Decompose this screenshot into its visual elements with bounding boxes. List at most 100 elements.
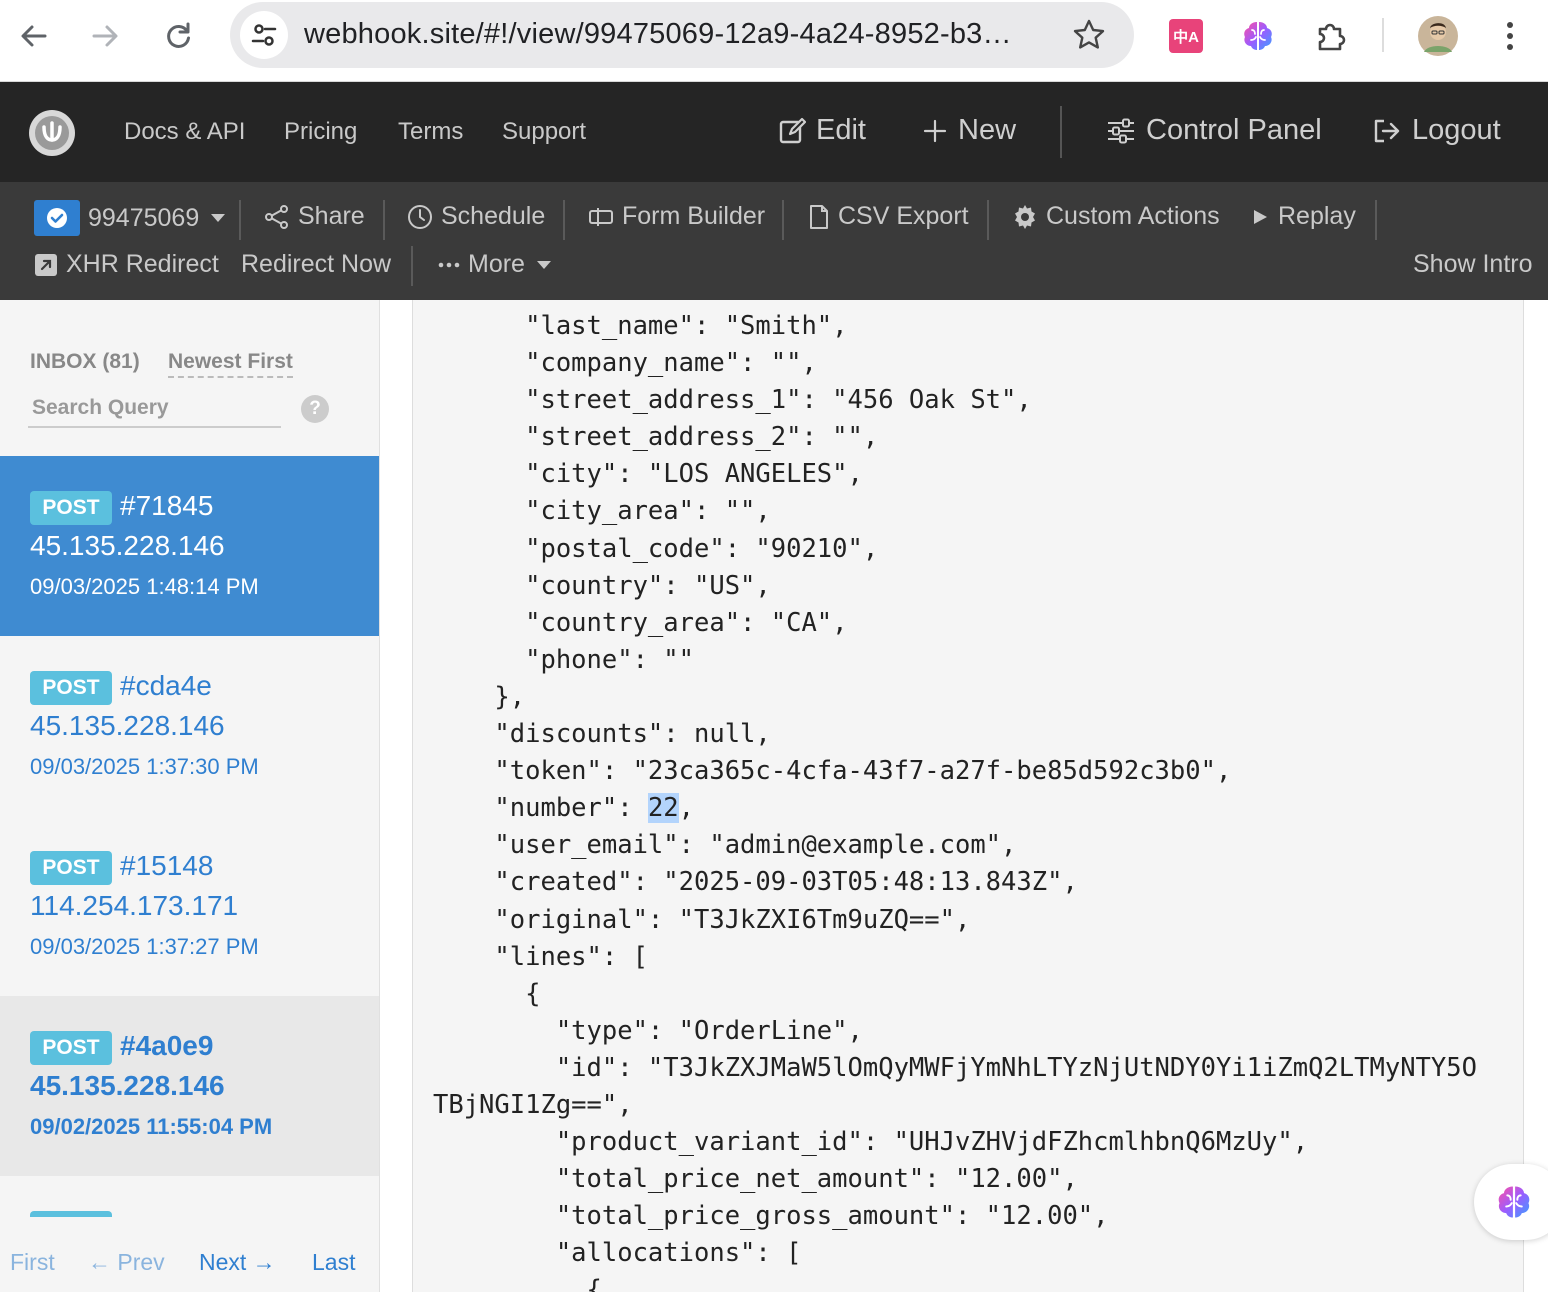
request-item[interactable]: POST #71845 45.135.228.146 09/03/2025 1:… [0,456,379,636]
request-id: #71845 [120,490,214,521]
reload-icon[interactable] [156,14,200,58]
forward-arrow-icon[interactable] [83,14,127,58]
nav-support[interactable]: Support [502,118,586,146]
request-id: #4a0e9 [120,1030,214,1061]
code-line: "phone": "" [433,644,694,675]
code-line: "country_area": "CA", [433,607,848,638]
request-date: 09/02/2025 11:55:04 PM [30,1114,273,1139]
puzzle-extensions-icon[interactable] [1309,14,1353,58]
back-arrow-icon[interactable] [12,14,56,58]
gear-icon [1015,204,1035,229]
pager-first[interactable]: First [10,1249,55,1276]
address-bar[interactable]: webhook.site/#!/view/99475069-12a9-4a24-… [230,2,1134,68]
custom-actions-button[interactable]: Custom Actions [1012,202,1220,231]
check-circle-icon [34,200,80,236]
star-icon[interactable] [1072,18,1106,57]
url-text[interactable]: webhook.site/#!/view/99475069-12a9-4a24-… [304,18,1064,51]
json-body-code[interactable]: "last_name": "Smith", "company_name": ""… [433,308,1477,1292]
share-label: Share [298,202,365,230]
nav-pricing[interactable]: Pricing [284,118,357,146]
request-sidebar: INBOX (81) Newest First ? POST #71845 45… [0,300,380,1292]
code-line: { [433,978,541,1009]
control-panel-button[interactable]: Control Panel [1106,114,1322,147]
replay-label: Replay [1278,202,1356,230]
replay-button[interactable]: Replay [1252,202,1356,231]
pager-prev[interactable]: ← Prev [88,1249,165,1276]
request-item[interactable]: POST #cda4e 45.135.228.146 09/03/2025 1:… [0,636,379,816]
code-line: "user_email": "admin@example.com", [433,830,1017,861]
xhr-redirect-button[interactable]: XHR Redirect [34,250,219,279]
method-badge: POST [30,851,112,885]
code-line: "last_name": "Smith", [433,311,848,341]
translate-extension-icon[interactable]: 中A [1164,14,1208,58]
logout-button[interactable]: Logout [1372,114,1501,147]
toolbar-divider [782,200,784,240]
webhook-logo[interactable] [29,110,75,156]
nav-docs-api[interactable]: Docs & API [124,118,245,146]
kebab-menu-icon[interactable] [1488,14,1532,58]
request-ip: 114.254.173.171 [30,890,239,921]
pager-last[interactable]: Last [312,1249,355,1276]
show-intro-link[interactable]: Show Intro [1413,250,1533,279]
pager-next[interactable]: Next → [199,1249,276,1276]
edit-icon [779,117,806,143]
form-builder-label: Form Builder [622,202,766,230]
toolbar-divider [987,200,989,240]
ellipsis-icon [438,262,460,267]
code-line: "discounts": null, [433,719,771,750]
toolbar-divider [239,200,241,240]
help-icon[interactable]: ? [301,395,329,423]
logout-label: Logout [1412,114,1501,146]
code-line: "total_price_gross_amount": "12.00", [433,1201,1109,1232]
file-icon [810,204,828,229]
more-dropdown[interactable]: More [438,250,551,279]
selected-text: 22 [647,793,679,824]
xhr-redirect-label: XHR Redirect [66,250,219,278]
brain-assistant-button[interactable] [1474,1164,1548,1240]
code-line: "street_address_2": "", [433,422,879,453]
redirect-now-button[interactable]: Redirect Now [241,250,391,279]
nav-terms[interactable]: Terms [398,118,463,146]
brain-extension-icon[interactable] [1236,14,1280,58]
plus-icon [923,119,947,142]
nav-divider [1060,106,1062,158]
request-body: "last_name": "Smith", "company_name": ""… [412,300,1524,1292]
form-builder-button[interactable]: Form Builder [588,202,765,231]
method-badge: POST [30,671,112,705]
code-line: "total_price_net_amount": "12.00", [433,1164,1078,1195]
toolbar-divider [1382,18,1384,52]
code-line: "allocations": [ [433,1238,802,1269]
request-item[interactable]: POST #15148 114.254.173.171 09/03/2025 1… [0,816,379,996]
chevron-down-icon [211,214,226,222]
external-link-icon [35,253,57,276]
request-item[interactable]: POST #4a0e9 45.135.228.146 09/02/2025 11… [0,996,379,1176]
toolbar-divider [563,200,565,240]
code-line: "number": 22, [433,793,695,824]
toolbar-divider [1375,200,1377,240]
code-line: "city": "LOS ANGELES", [433,459,863,490]
code-line: { [433,1275,602,1292]
code-line: "postal_code": "90210", [433,533,879,564]
edit-button[interactable]: Edit [778,114,866,147]
request-ip: 45.135.228.146 [30,1070,225,1101]
request-id: #cda4e [120,670,212,701]
play-icon [1254,209,1267,224]
request-ip: 45.135.228.146 [30,530,225,561]
csv-export-button[interactable]: CSV Export [808,202,969,231]
new-label: New [958,114,1017,146]
new-button[interactable]: New [922,114,1016,147]
method-badge: POST [30,491,112,525]
profile-avatar[interactable] [1416,14,1460,58]
code-line: "created": "2025-09-03T05:48:13.843Z", [433,867,1078,898]
tune-icon[interactable] [240,11,288,59]
translate-label: 中A [1169,19,1203,53]
share-button[interactable]: Share [264,202,365,231]
schedule-button[interactable]: Schedule [407,202,545,231]
search-input[interactable] [28,390,281,428]
browser-chrome: webhook.site/#!/view/99475069-12a9-4a24-… [0,0,1548,82]
sort-order-toggle[interactable]: Newest First [168,350,293,378]
toolbar-divider [411,246,413,286]
token-selector[interactable]: 99475069 [34,200,226,236]
action-toolbar: 99475069 Share Schedule Form Builder CSV… [0,182,1548,300]
token-label: 99475069 [88,203,200,232]
